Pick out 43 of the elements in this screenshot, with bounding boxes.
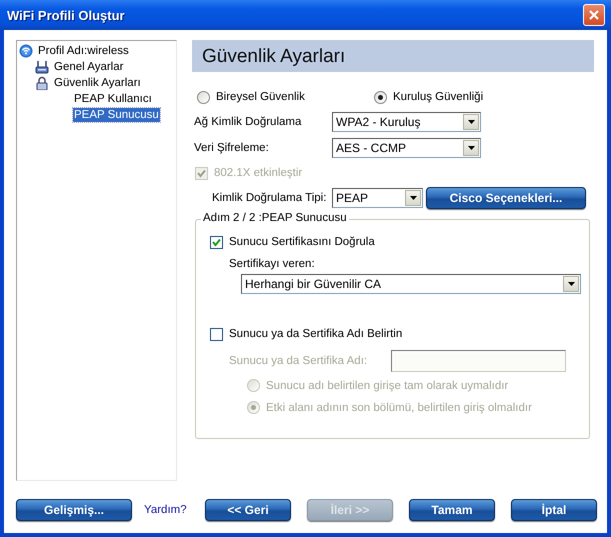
nav-button[interactable]: Tamam [409, 499, 495, 521]
nav-button[interactable]: << Geri [205, 499, 291, 521]
advanced-button[interactable]: Gelişmiş... [16, 499, 132, 521]
radio-label: Sunucu adı belirtilen girişe tam olarak uymalıdır [266, 380, 508, 392]
radio-button[interactable] [374, 90, 387, 104]
dropdown[interactable]: Herhangi bir Güvenilir CA [241, 274, 581, 294]
checkbox-label: Sunucu Sertifikasını Doğrula [229, 236, 375, 248]
tree-item[interactable]: PEAP Kullanıcı [73, 92, 153, 106]
close-button[interactable] [583, 4, 605, 26]
caret-icon [568, 282, 574, 286]
wifi-icon [19, 44, 33, 58]
dropdown[interactable]: WPA2 - Kuruluş [332, 112, 481, 132]
checkbox-label: 802.1X etkinleştir [214, 167, 302, 179]
radio-label: Bireysel Güvenlik [216, 91, 305, 103]
caret-icon [410, 196, 416, 200]
dropdown[interactable]: AES - CCMP [332, 138, 481, 158]
tree-item[interactable]: PEAP Sunucusu [73, 108, 160, 122]
router-icon [35, 60, 49, 74]
section-header: Güvenlik Ayarları [192, 40, 594, 72]
field-label: Ağ Kimlik Doğrulama [193, 116, 302, 128]
field-label: Veri Şifreleme: [193, 142, 270, 154]
field-label: Sertifikayı veren: [229, 258, 316, 270]
checkbox[interactable] [210, 236, 223, 248]
radio-button[interactable] [197, 90, 210, 104]
dropdown[interactable]: PEAP [332, 188, 423, 208]
cisco-options-button[interactable]: Cisco Seçenekleri... [426, 187, 586, 209]
caret-icon [468, 120, 474, 124]
nav-button[interactable]: İptal [511, 499, 597, 521]
window-title: WiFi Profili Oluştur [7, 8, 125, 22]
group-title: Adım 2 / 2 :PEAP Sunucusu [201, 212, 349, 224]
close-icon [589, 10, 599, 20]
caret-icon [468, 146, 474, 150]
tree-item[interactable]: Güvenlik Ayarları [53, 76, 142, 90]
field-label: Sunucu ya da Sertifika Adı: [228, 355, 368, 367]
checkbox-label: Sunucu ya da Sertifika Adı Belirtin [229, 328, 402, 340]
tree-item[interactable]: Genel Ayarlar [53, 60, 124, 74]
lock-icon [35, 76, 49, 90]
field-label: Kimlik Doğrulama Tipi: [211, 192, 328, 204]
radio-label: Kuruluş Güvenliği [393, 91, 484, 103]
checkbox[interactable] [210, 328, 223, 340]
help-link[interactable]: Yardım? [144, 504, 194, 516]
tree-item[interactable]: Profil Adı:wireless [37, 44, 130, 58]
radio-label: Etki alanı adının son bölümü, belirtilen giriş olmalıdır [266, 402, 532, 414]
